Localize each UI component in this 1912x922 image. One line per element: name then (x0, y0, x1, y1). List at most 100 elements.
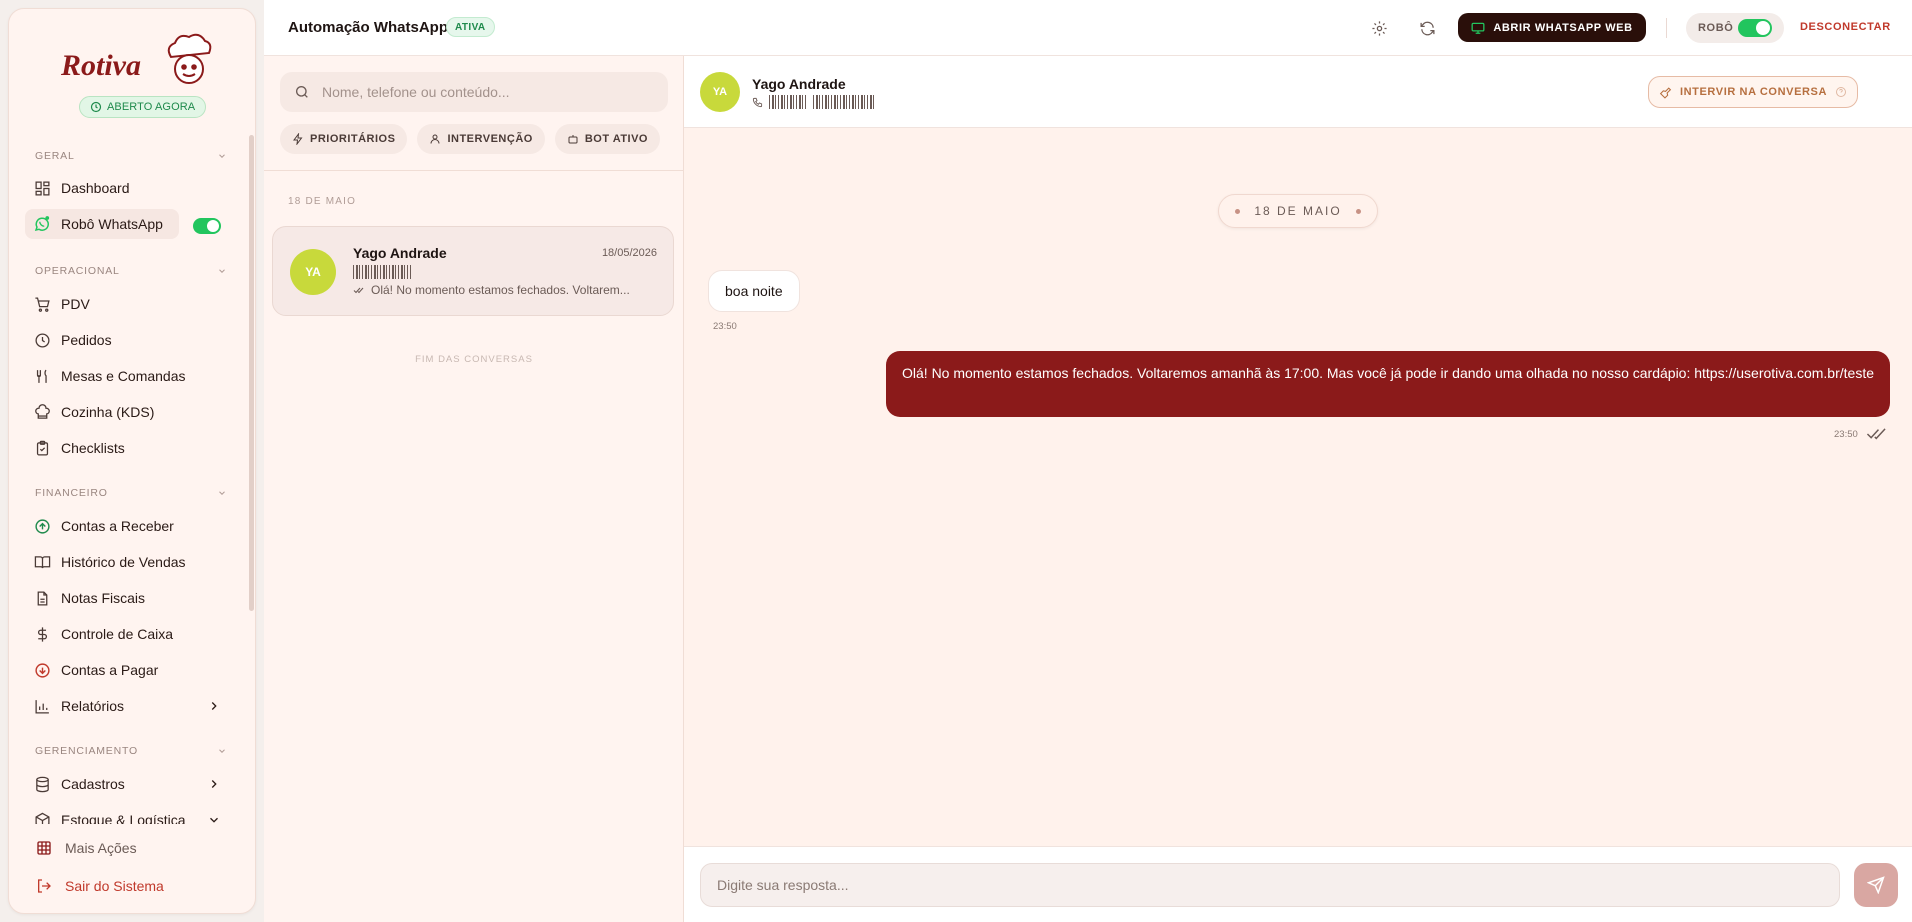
logout-icon (35, 877, 53, 895)
sidebar-item-pdv[interactable]: PDV (25, 289, 98, 319)
open-whatsapp-web-label: ABRIR WHATSAPP WEB (1493, 21, 1633, 34)
sidebar-item-label: Pedidos (61, 332, 112, 348)
sidebar-item-contas-pagar[interactable]: Contas a Pagar (25, 655, 166, 685)
dot (1235, 208, 1241, 214)
disconnect-button[interactable]: DESCONECTAR (1800, 21, 1891, 33)
gear-icon[interactable] (1368, 17, 1390, 39)
sidebar-item-estoque[interactable]: Estoque & Logística (25, 805, 194, 824)
book-open-icon (33, 553, 51, 571)
database-icon (33, 775, 51, 793)
sidebar: Rotiva ABERTO AGORA GERAL Dashboard Robô… (8, 8, 256, 914)
incoming-message: boa noite (708, 270, 800, 312)
dot (1355, 208, 1361, 214)
search-input[interactable]: Nome, telefone ou conteúdo... (322, 84, 510, 100)
chevron-down-icon (217, 266, 227, 276)
box-icon (33, 811, 51, 824)
chat-panel: YA Yago Andrade INTERVIR NA CONVERSA 18 … (684, 56, 1912, 922)
sidebar-item-label: Cozinha (KDS) (61, 404, 155, 420)
clock-icon (90, 101, 102, 113)
redacted-phone (353, 265, 411, 279)
help-circle-icon[interactable] (1835, 86, 1847, 98)
filter-label: BOT ATIVO (584, 133, 648, 145)
rotiva-logo[interactable]: Rotiva (59, 31, 219, 87)
sidebar-item-label: PDV (61, 296, 90, 312)
sidebar-item-cadastros[interactable]: Cadastros (25, 769, 133, 799)
message-time: 23:50 (1834, 428, 1858, 440)
arrow-down-circle-icon (33, 661, 51, 679)
chat-header: YA Yago Andrade INTERVIR NA CONVERSA (684, 56, 1912, 128)
sidebar-item-controle-caixa[interactable]: Controle de Caixa (25, 619, 181, 649)
sidebar-item-label: Contas a Pagar (61, 662, 159, 678)
sidebar-nav: GERAL Dashboard Robô WhatsApp OPERACIONA… (9, 134, 255, 824)
sidebar-item-label: Cadastros (61, 776, 125, 792)
robot-label: ROBÔ (1698, 22, 1734, 34)
preview-text: Olá! No momento estamos fechados. Voltar… (371, 283, 630, 297)
robot-quick-toggle[interactable] (193, 218, 221, 234)
conversation-item[interactable]: YA Yago Andrade 18/05/2026 Olá! No momen… (272, 226, 674, 316)
sidebar-item-relatorios[interactable]: Relatórios (25, 691, 132, 721)
end-of-conversations: FIM DAS CONVERSAS (415, 354, 533, 365)
status-badge: ATIVA (446, 17, 495, 37)
chevron-down-icon (217, 488, 227, 498)
sidebar-item-historico-vendas[interactable]: Histórico de Vendas (25, 547, 194, 577)
section-header-gerenciamento[interactable]: GERENCIAMENTO (35, 745, 227, 757)
conversation-list: Nome, telefone ou conteúdo... PRIORITÁRI… (264, 56, 684, 922)
phone-icon (752, 97, 763, 108)
message-meta: 23:50 (1834, 428, 1888, 440)
robot-toggle-pill[interactable]: ROBÔ (1686, 13, 1784, 43)
sidebar-item-dashboard[interactable]: Dashboard (25, 173, 138, 203)
header-divider (1666, 18, 1667, 38)
open-whatsapp-web-button[interactable]: ABRIR WHATSAPP WEB (1458, 13, 1646, 42)
chat-contact-phone (752, 95, 875, 109)
filter-intervencao[interactable]: INTERVENÇÃO (417, 124, 545, 154)
redacted-phone (769, 95, 807, 109)
sidebar-item-label: Robô WhatsApp (61, 216, 163, 232)
sidebar-item-notas-fiscais[interactable]: Notas Fiscais (25, 583, 153, 613)
sidebar-item-mesas[interactable]: Mesas e Comandas (25, 361, 194, 391)
chevron-down-icon[interactable] (207, 813, 221, 824)
utensils-icon (33, 367, 51, 385)
bar-chart-icon (33, 697, 51, 715)
send-icon (1867, 876, 1885, 894)
conversation-preview: Olá! No momento estamos fechados. Voltar… (353, 283, 630, 297)
section-header-operacional[interactable]: OPERACIONAL (35, 265, 227, 277)
conversation-date: 18/05/2026 (601, 247, 657, 259)
store-status-label: ABERTO AGORA (107, 101, 196, 113)
reply-input[interactable]: Digite sua resposta... (700, 863, 1840, 907)
monitor-icon (1471, 21, 1485, 35)
filter-prioritarios[interactable]: PRIORITÁRIOS (280, 124, 408, 154)
lightning-icon (292, 133, 304, 145)
section-header-financeiro[interactable]: FINANCEIRO (35, 487, 227, 499)
robot-toggle[interactable] (1738, 19, 1772, 37)
dashboard-icon (33, 179, 51, 197)
sidebar-item-checklists[interactable]: Checklists (25, 433, 133, 463)
refresh-icon[interactable] (1416, 17, 1438, 39)
chevron-down-icon (217, 746, 227, 756)
logout-button[interactable]: Sair do Sistema (35, 877, 164, 895)
file-text-icon (33, 589, 51, 607)
conversation-name: Yago Andrade (353, 245, 447, 261)
sidebar-item-contas-receber[interactable]: Contas a Receber (25, 511, 182, 541)
sidebar-item-label: Controle de Caixa (61, 626, 174, 642)
avatar: YA (290, 249, 336, 295)
chevron-right-icon[interactable] (207, 777, 221, 791)
sidebar-item-label: Estoque & Logística (61, 812, 186, 824)
arrow-up-circle-icon (33, 517, 51, 535)
sidebar-item-cozinha[interactable]: Cozinha (KDS) (25, 397, 162, 427)
filter-bot-ativo[interactable]: BOT ATIVO (554, 124, 660, 154)
sidebar-item-label: Notas Fiscais (61, 590, 146, 606)
sidebar-item-robo-whatsapp[interactable]: Robô WhatsApp (25, 209, 179, 239)
sidebar-item-pedidos[interactable]: Pedidos (25, 325, 120, 355)
intervene-button[interactable]: INTERVIR NA CONVERSA (1648, 76, 1858, 108)
outgoing-message: Olá! No momento estamos fechados. Voltar… (886, 351, 1890, 417)
chef-hat-icon (33, 403, 51, 421)
search-box[interactable]: Nome, telefone ou conteúdo... (280, 72, 668, 112)
chevron-right-icon[interactable] (207, 699, 221, 713)
clock-icon (33, 331, 51, 349)
sidebar-scrollbar[interactable] (249, 135, 254, 611)
message-composer: Digite sua resposta... (684, 846, 1912, 922)
more-actions-button[interactable]: Mais Ações (35, 839, 137, 857)
cart-icon (33, 295, 51, 313)
section-header-geral[interactable]: GERAL (35, 150, 227, 162)
send-button[interactable] (1854, 863, 1898, 907)
